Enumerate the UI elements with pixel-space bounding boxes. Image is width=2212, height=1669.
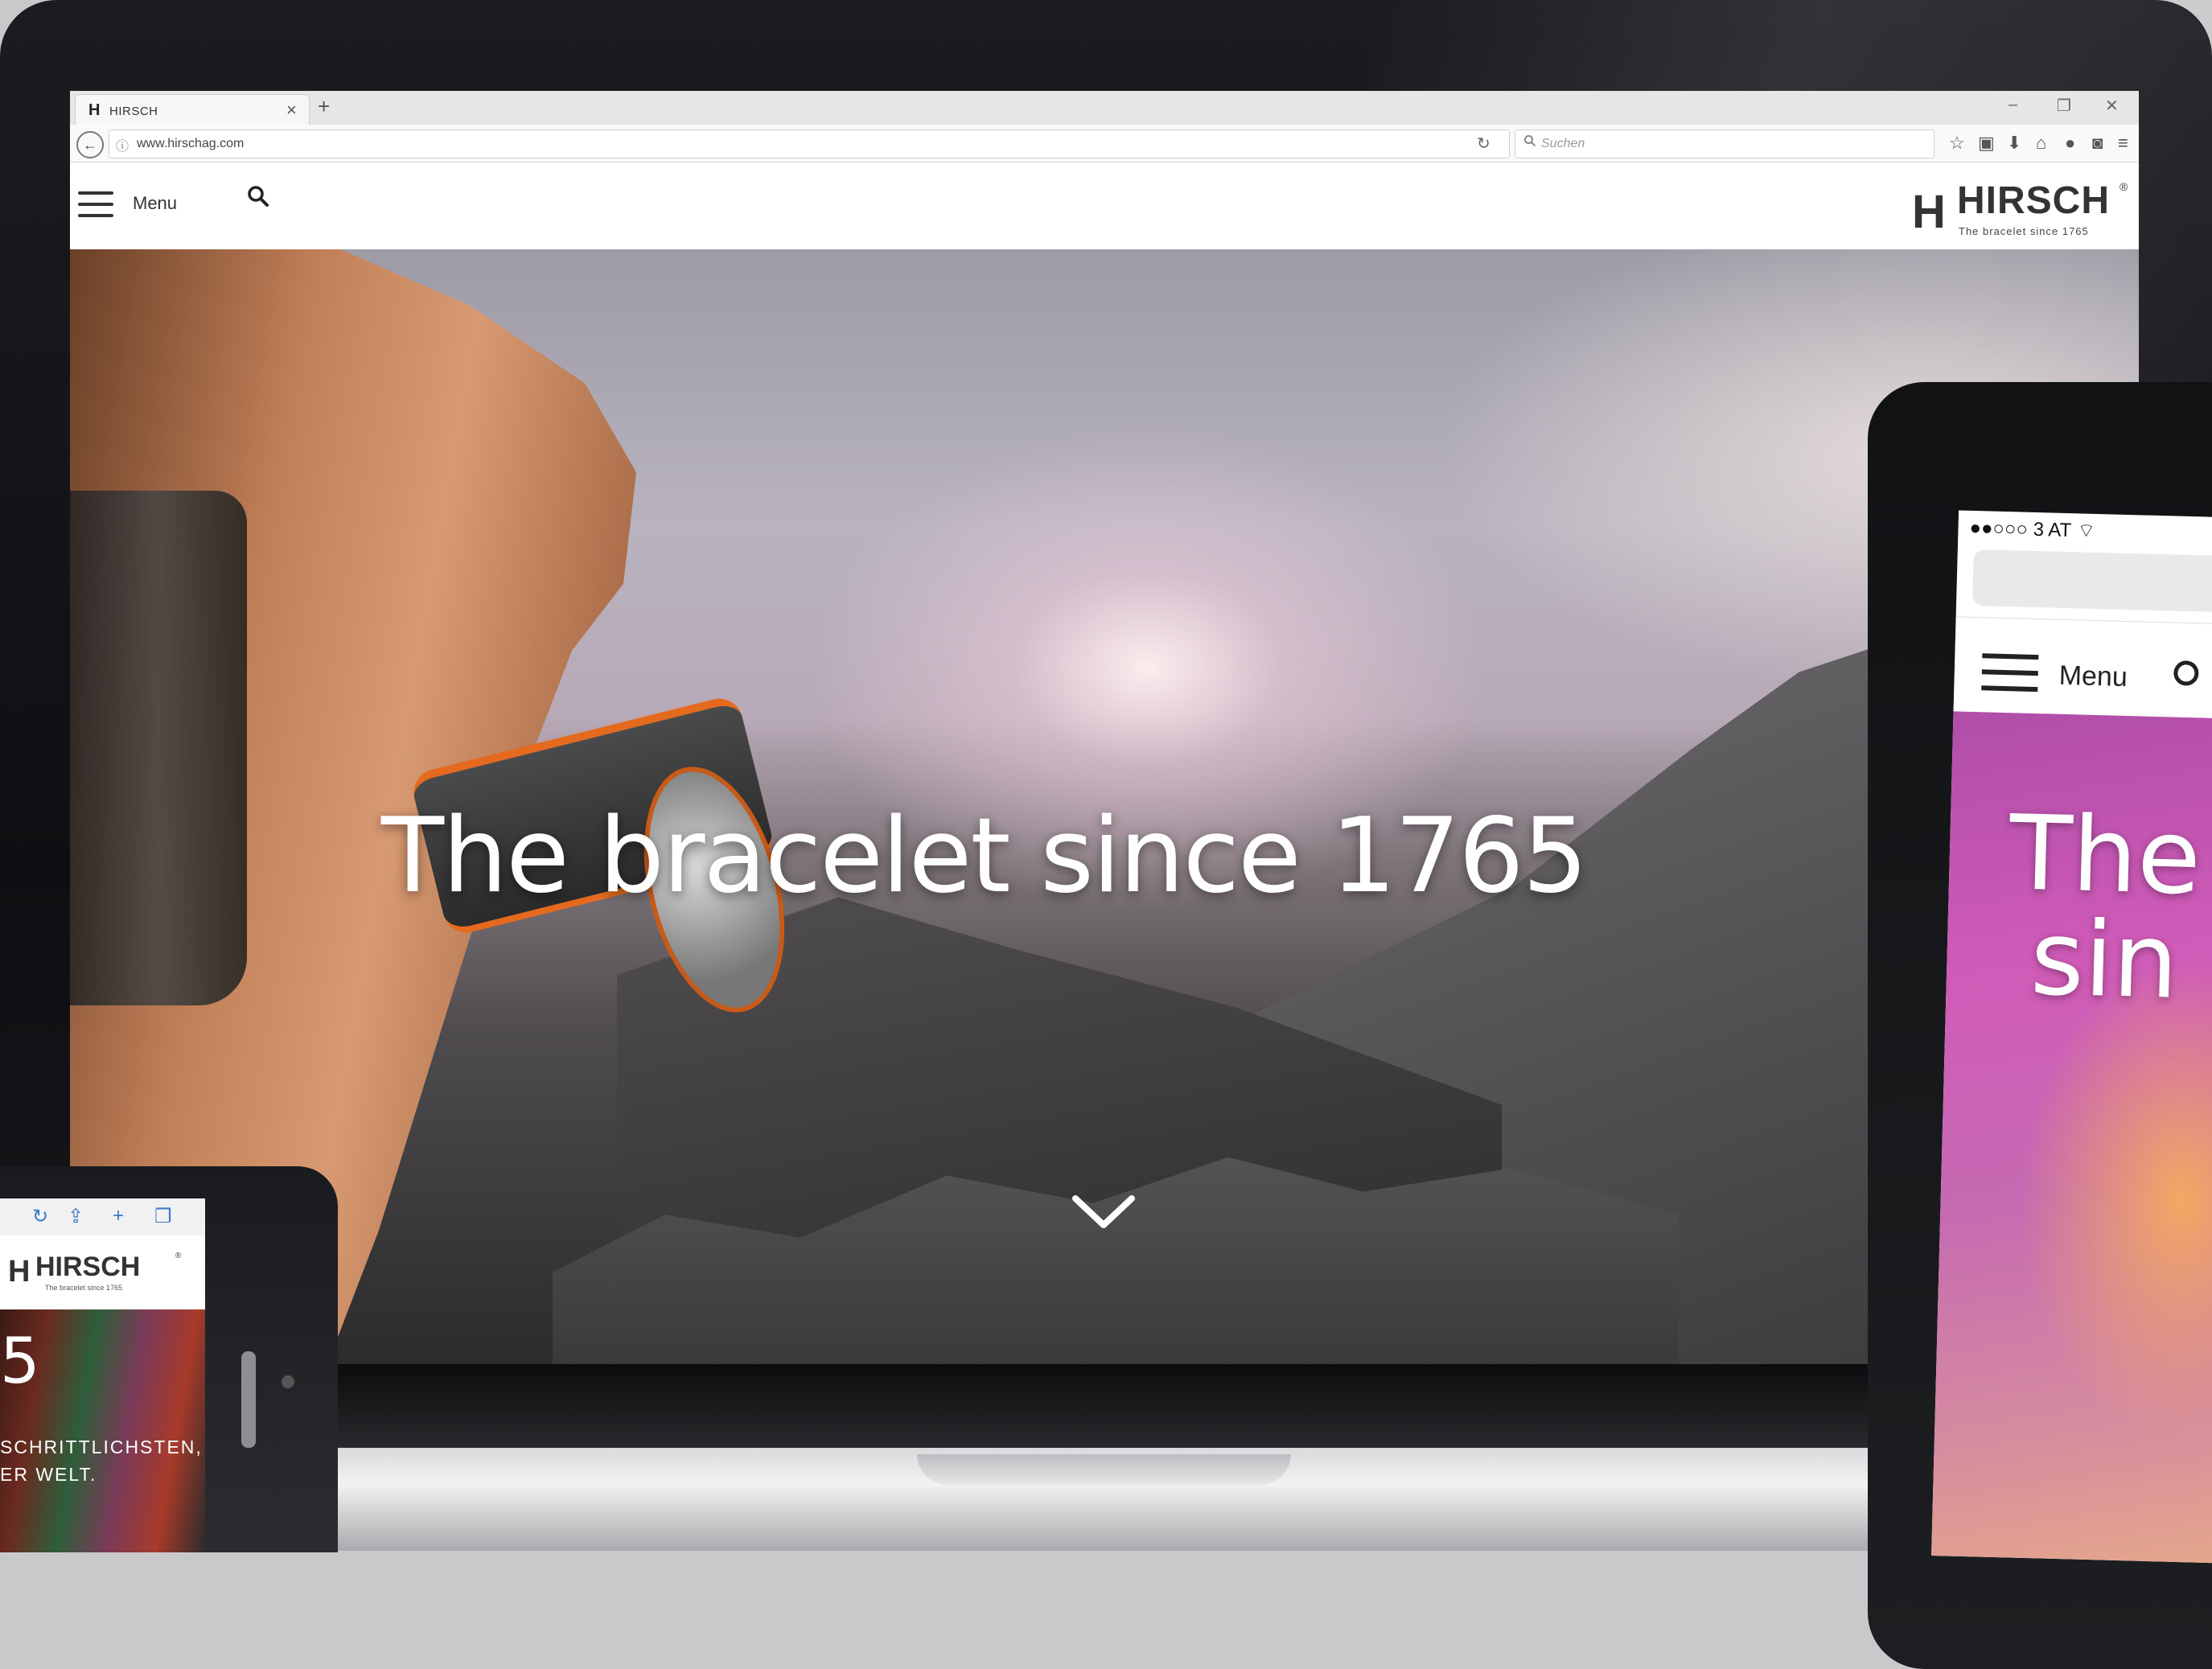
logo-word: HIRSCH — [1957, 179, 2111, 222]
hamburger-icon[interactable] — [1981, 653, 2039, 693]
back-button[interactable]: ← — [76, 131, 104, 158]
hirsch-logo[interactable]: H HIRSCH ® The bracelet since 1765 — [1912, 177, 2129, 238]
tablet-hero: 5 SCHRITTLICHSTEN, ER WELT. — [0, 1309, 205, 1552]
menu-label[interactable]: Menu — [133, 193, 177, 214]
tab-title: HIRSCH — [109, 105, 158, 118]
tablet-camera — [282, 1375, 294, 1388]
search-icon[interactable] — [247, 185, 269, 208]
chevron-down-icon[interactable] — [1067, 1186, 1140, 1235]
tablet-side-button — [241, 1351, 256, 1448]
menu-icon[interactable]: ≡ — [2118, 133, 2128, 154]
wifi-icon: ⌔ — [2077, 520, 2096, 542]
phone-address-bar[interactable]: hi — [1971, 549, 2212, 615]
phone-menu-label[interactable]: Menu — [2058, 660, 2128, 693]
url-text: www.hirschag.com — [137, 137, 245, 150]
browser-window: H HIRSCH × + – ❐ ✕ ← ⓘ www.hirschag.com … — [70, 91, 2139, 1364]
home-icon[interactable]: ⌂ — [2036, 133, 2046, 154]
search-placeholder: Suchen — [1541, 137, 1585, 150]
logo-word: HIRSCH — [35, 1252, 141, 1282]
chat-icon[interactable]: ● — [2065, 133, 2075, 154]
back-arrow-icon: ← — [83, 137, 97, 153]
pocket-icon[interactable]: ◙ — [2092, 133, 2103, 154]
logo-tagline: The bracelet since 1765 — [45, 1284, 123, 1292]
hamburger-icon[interactable] — [78, 191, 113, 219]
clipboard-icon[interactable]: ▣ — [1978, 133, 1995, 154]
minimize-icon[interactable]: – — [2008, 96, 2017, 114]
new-tab-button[interactable]: + — [318, 94, 330, 119]
logo-registered: ® — [2119, 180, 2128, 193]
close-tab-icon[interactable]: × — [286, 100, 297, 121]
tablet-screen: ↻ ⇪ + ❐ H HIRSCH ® The bracelet since 17… — [0, 1198, 205, 1552]
browser-search-input[interactable]: Suchen — [1515, 129, 1934, 158]
phone-device: ●●○○○ 3 AT ⌔ hi Menu The sin — [1868, 382, 2212, 1669]
tablet-hero-number: 5 — [0, 1326, 40, 1398]
tablet-site-header: H HIRSCH ® The bracelet since 1765 — [0, 1235, 205, 1309]
hero-image: The bracelet since 1765 — [70, 249, 2139, 1364]
info-icon[interactable]: ⓘ — [116, 135, 129, 154]
logo-tagline: The bracelet since 1765 — [1959, 225, 2089, 237]
tablet-hero-line1: SCHRITTLICHSTEN, — [0, 1437, 203, 1457]
favicon-icon: H — [88, 101, 101, 119]
address-bar[interactable]: ⓘ www.hirschag.com ↻ — [109, 129, 1510, 158]
phone-hero: The sin — [1931, 711, 2212, 1565]
tablet-nav-bar: ↻ ⇪ + ❐ — [0, 1198, 205, 1236]
logo-mark: H — [8, 1255, 31, 1289]
close-window-icon[interactable]: ✕ — [2105, 96, 2119, 116]
phone-hero-line2: sin — [2029, 898, 2180, 1022]
tablet-device: ↻ ⇪ + ❐ H HIRSCH ® The bracelet since 17… — [0, 1166, 338, 1552]
phone-site-header: Menu — [1953, 616, 2212, 721]
tab-bar: H HIRSCH × + – ❐ ✕ — [70, 91, 2139, 125]
share-icon[interactable]: ⇪ — [68, 1205, 84, 1228]
tablet-hero-line2: ER WELT. — [0, 1464, 97, 1485]
star-icon[interactable]: ☆ — [1949, 133, 1965, 154]
download-icon[interactable]: ⬇ — [2007, 133, 2021, 154]
phone-status-bar: ●●○○○ 3 AT — [1969, 516, 2072, 542]
nav-bar: ← ⓘ www.hirschag.com ↻ Suchen ☆ ▣ ⬇ ⌂ ● … — [70, 125, 2139, 162]
laptop-notch — [917, 1454, 1291, 1485]
search-icon — [1523, 134, 1536, 151]
search-icon[interactable] — [2171, 658, 2207, 694]
add-tab-icon[interactable]: + — [113, 1205, 124, 1227]
logo-registered: ® — [175, 1252, 182, 1260]
hero-title: The bracelet since 1765 — [380, 796, 1588, 916]
tabs-icon[interactable]: ❐ — [154, 1205, 172, 1228]
logo-mark: H — [1912, 186, 1946, 238]
site-header: Menu H HIRSCH ® The bracelet since 1765 — [70, 162, 2139, 249]
browser-tab[interactable]: H HIRSCH × — [75, 94, 310, 125]
phone-screen: ●●○○○ 3 AT ⌔ hi Menu The sin — [1931, 510, 2212, 1565]
reload-icon[interactable]: ↻ — [32, 1205, 48, 1228]
backpack-strap — [70, 491, 247, 1005]
reload-icon[interactable]: ↻ — [1477, 134, 1490, 154]
maximize-icon[interactable]: ❐ — [2057, 96, 2071, 116]
